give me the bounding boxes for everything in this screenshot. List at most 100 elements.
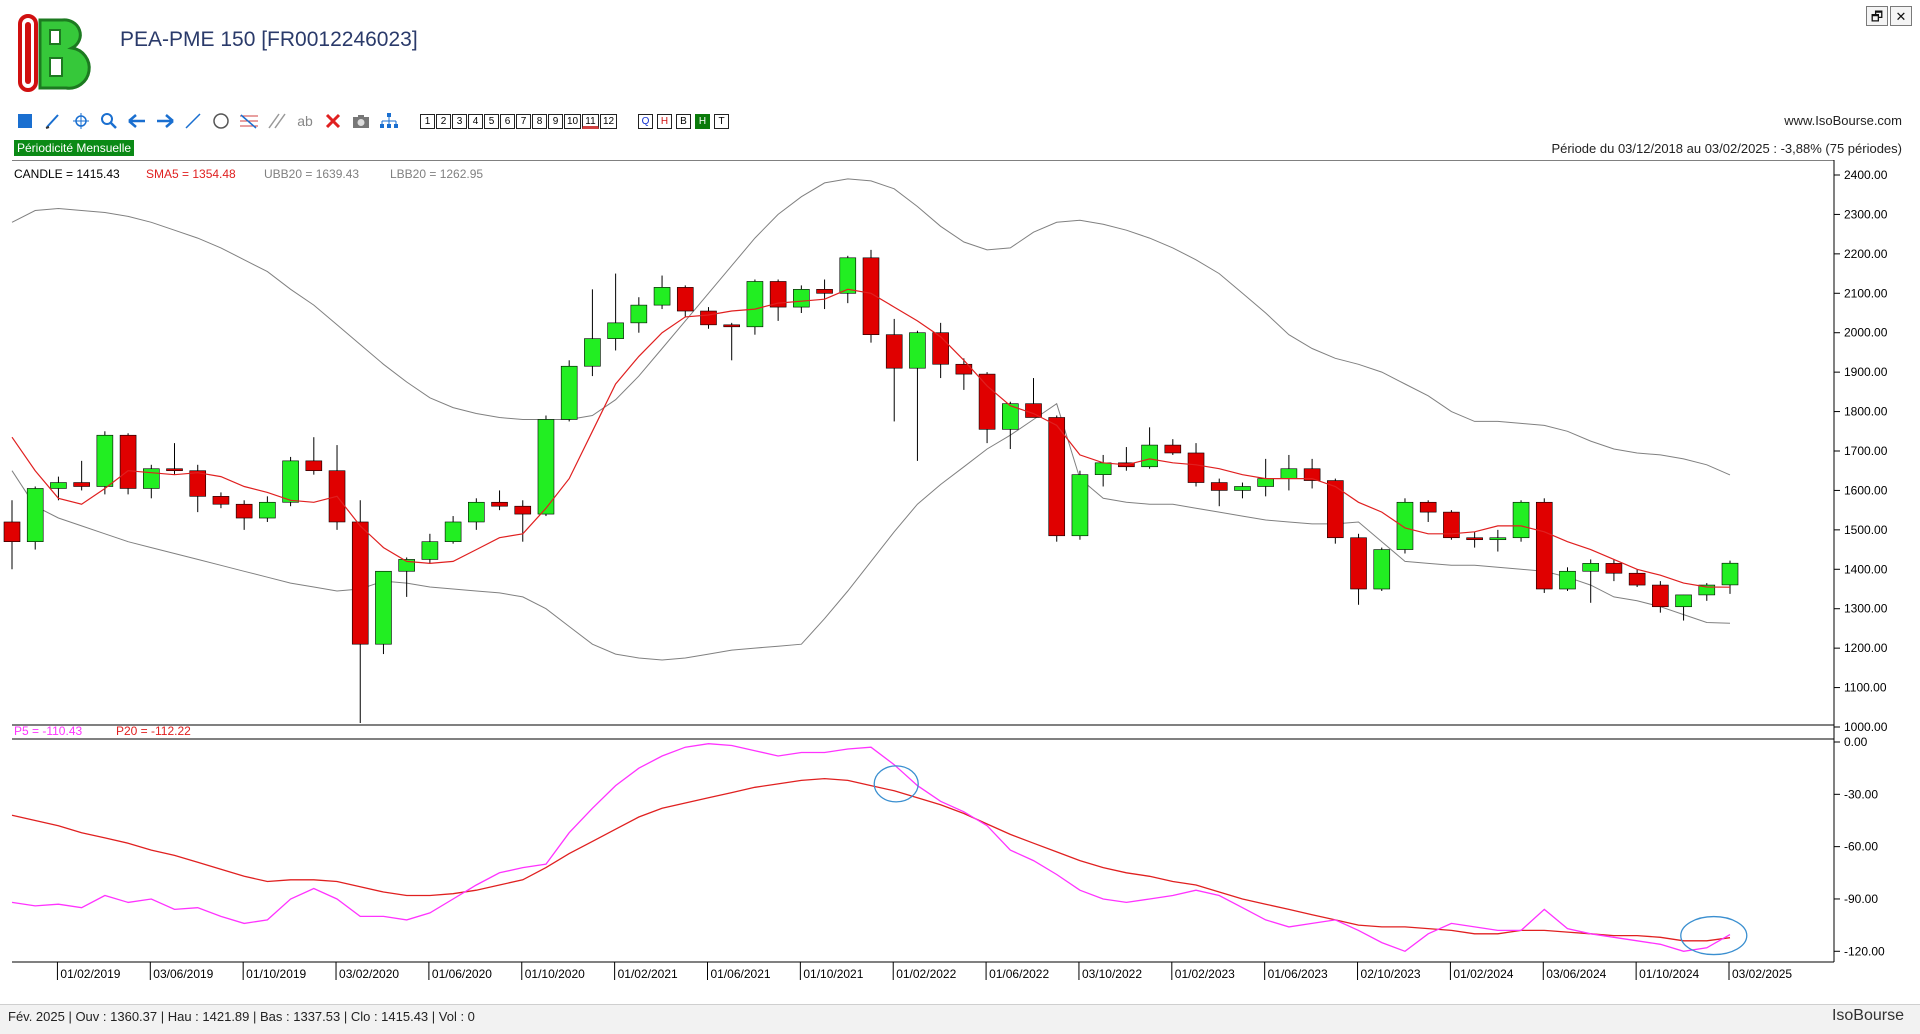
legend-lbb20: LBB20 = 1262.95 — [390, 167, 483, 181]
chart-type-icon[interactable] — [14, 110, 36, 132]
candle-body — [1048, 417, 1066, 537]
price-tick-label: 1200.00 — [1844, 641, 1888, 655]
view-button-h-1[interactable]: H — [657, 113, 672, 129]
circle-tool-icon[interactable] — [210, 110, 232, 132]
candle-body — [73, 482, 90, 487]
period-range: Période du 03/12/2018 au 03/02/2025 : -3… — [1551, 141, 1902, 156]
date-tick-label: 01/02/2024 — [1453, 967, 1513, 980]
price-tick-label: 1700.00 — [1844, 444, 1888, 458]
candle-body — [1582, 563, 1600, 572]
period-button-10[interactable]: 10 — [564, 113, 581, 129]
candle-body — [444, 521, 462, 542]
candle-body — [1419, 501, 1437, 513]
zoom-icon[interactable] — [98, 110, 120, 132]
camera-icon[interactable] — [350, 110, 372, 132]
hierarchy-icon[interactable] — [378, 110, 400, 132]
view-button-q-0[interactable]: Q — [638, 113, 653, 129]
text-tool-icon[interactable]: ab — [294, 110, 316, 132]
periodicity-badge[interactable]: Périodicité Mensuelle — [14, 140, 135, 156]
osc-tick-label: 0.00 — [1844, 735, 1868, 749]
candle-body — [1373, 549, 1391, 590]
date-tick-label: 01/02/2021 — [618, 967, 678, 980]
candle-body — [96, 434, 114, 487]
candle-body — [607, 322, 624, 339]
candle-body — [816, 289, 833, 294]
restore-window-button[interactable]: 🗗 — [1866, 6, 1888, 26]
period-button-8[interactable]: 8 — [532, 113, 547, 129]
chart-area[interactable]: 2400.00 2300.00 2200.00 2100.00 2000.00 1900.… — [0, 160, 1920, 980]
candle-body — [305, 460, 323, 472]
date-tick-label: 03/02/2020 — [339, 967, 399, 980]
p5-line — [11, 743, 1731, 953]
date-tick-label: 02/10/2023 — [1361, 967, 1421, 980]
fibonacci-icon[interactable] — [238, 110, 260, 132]
arrow-left-icon[interactable] — [126, 110, 148, 132]
candle-body — [1141, 444, 1158, 468]
date-tick-label: 03/06/2024 — [1546, 967, 1606, 980]
pen-icon[interactable] — [42, 110, 64, 132]
site-url[interactable]: www.IsoBourse.com — [1784, 113, 1902, 128]
legend-candle: CANDLE = 1415.43 — [14, 167, 120, 181]
price-tick-label: 1300.00 — [1844, 602, 1888, 616]
period-button-5[interactable]: 5 — [484, 113, 499, 129]
date-tick-label: 01/02/2023 — [1175, 967, 1235, 980]
candle-body — [1466, 537, 1483, 541]
period-button-6[interactable]: 6 — [500, 113, 515, 129]
toolbar: ab 1 2 3 4 5 6 7 8 9 10 11 12 QHBHT — [14, 110, 733, 132]
crossover-marker-2 — [1680, 915, 1748, 956]
period-button-2[interactable]: 2 — [436, 113, 451, 129]
period-button-group: 1 2 3 4 5 6 7 8 9 10 11 12 — [420, 113, 618, 129]
candle-body — [1512, 501, 1530, 539]
candle-body — [630, 304, 648, 324]
legend-sma5: SMA5 = 1354.48 — [146, 167, 236, 181]
legend-p5: P5 = -110.43 — [14, 724, 82, 738]
date-tick-label: 01/10/2024 — [1639, 967, 1699, 980]
status-text: Fév. 2025 | Ouv : 1360.37 | Hau : 1421.8… — [8, 1009, 475, 1024]
period-button-4[interactable]: 4 — [468, 113, 483, 129]
channel-icon[interactable] — [266, 110, 288, 132]
view-button-b-2[interactable]: B — [676, 113, 691, 129]
period-button-11[interactable]: 11 — [582, 113, 599, 129]
candle-body — [700, 310, 717, 326]
candle-body — [1025, 403, 1042, 418]
crosshair-icon[interactable] — [70, 110, 92, 132]
price-tick-label: 2200.00 — [1844, 247, 1888, 261]
view-button-t-4[interactable]: T — [714, 113, 729, 129]
period-button-3[interactable]: 3 — [452, 113, 467, 129]
view-button-h-3[interactable]: H — [695, 113, 710, 129]
candle-body — [375, 570, 392, 645]
candle-body — [909, 332, 926, 369]
candle-body — [653, 287, 671, 306]
candle-body — [723, 324, 741, 328]
isobourse-logo — [18, 14, 91, 92]
price-tick-label: 2400.00 — [1844, 168, 1888, 182]
close-window-button[interactable]: ✕ — [1890, 6, 1912, 26]
candle-body — [50, 482, 67, 489]
legend-ubb20: UBB20 = 1639.43 — [264, 167, 359, 181]
candle-body — [189, 470, 207, 497]
trendline-icon[interactable] — [182, 110, 204, 132]
date-tick-label: 01/10/2021 — [803, 967, 863, 980]
candle-body — [1234, 486, 1251, 491]
arrow-right-icon[interactable] — [154, 110, 176, 132]
date-tick-label: 01/06/2022 — [989, 967, 1049, 980]
candle-body — [1071, 474, 1089, 537]
price-tick-label: 1100.00 — [1844, 681, 1887, 695]
legend-p20: P20 = -112.22 — [116, 724, 191, 738]
osc-tick-label: -60.00 — [1844, 840, 1878, 854]
date-tick-label: 01/02/2019 — [60, 967, 120, 980]
period-button-1[interactable]: 1 — [420, 113, 435, 129]
period-button-9[interactable]: 9 — [548, 113, 563, 129]
price-tick-label: 2100.00 — [1844, 286, 1888, 300]
candle-body — [212, 496, 230, 505]
period-button-7[interactable]: 7 — [516, 113, 531, 129]
date-tick-label: 03/06/2019 — [153, 967, 213, 980]
candle-body — [1628, 572, 1646, 586]
candle-body — [1559, 570, 1576, 590]
delete-icon[interactable] — [322, 110, 344, 132]
candle-body — [3, 521, 21, 542]
price-tick-label: 1000.00 — [1844, 720, 1888, 734]
period-button-12[interactable]: 12 — [600, 113, 617, 129]
candle-body — [1210, 482, 1228, 491]
candle-body — [119, 434, 137, 489]
